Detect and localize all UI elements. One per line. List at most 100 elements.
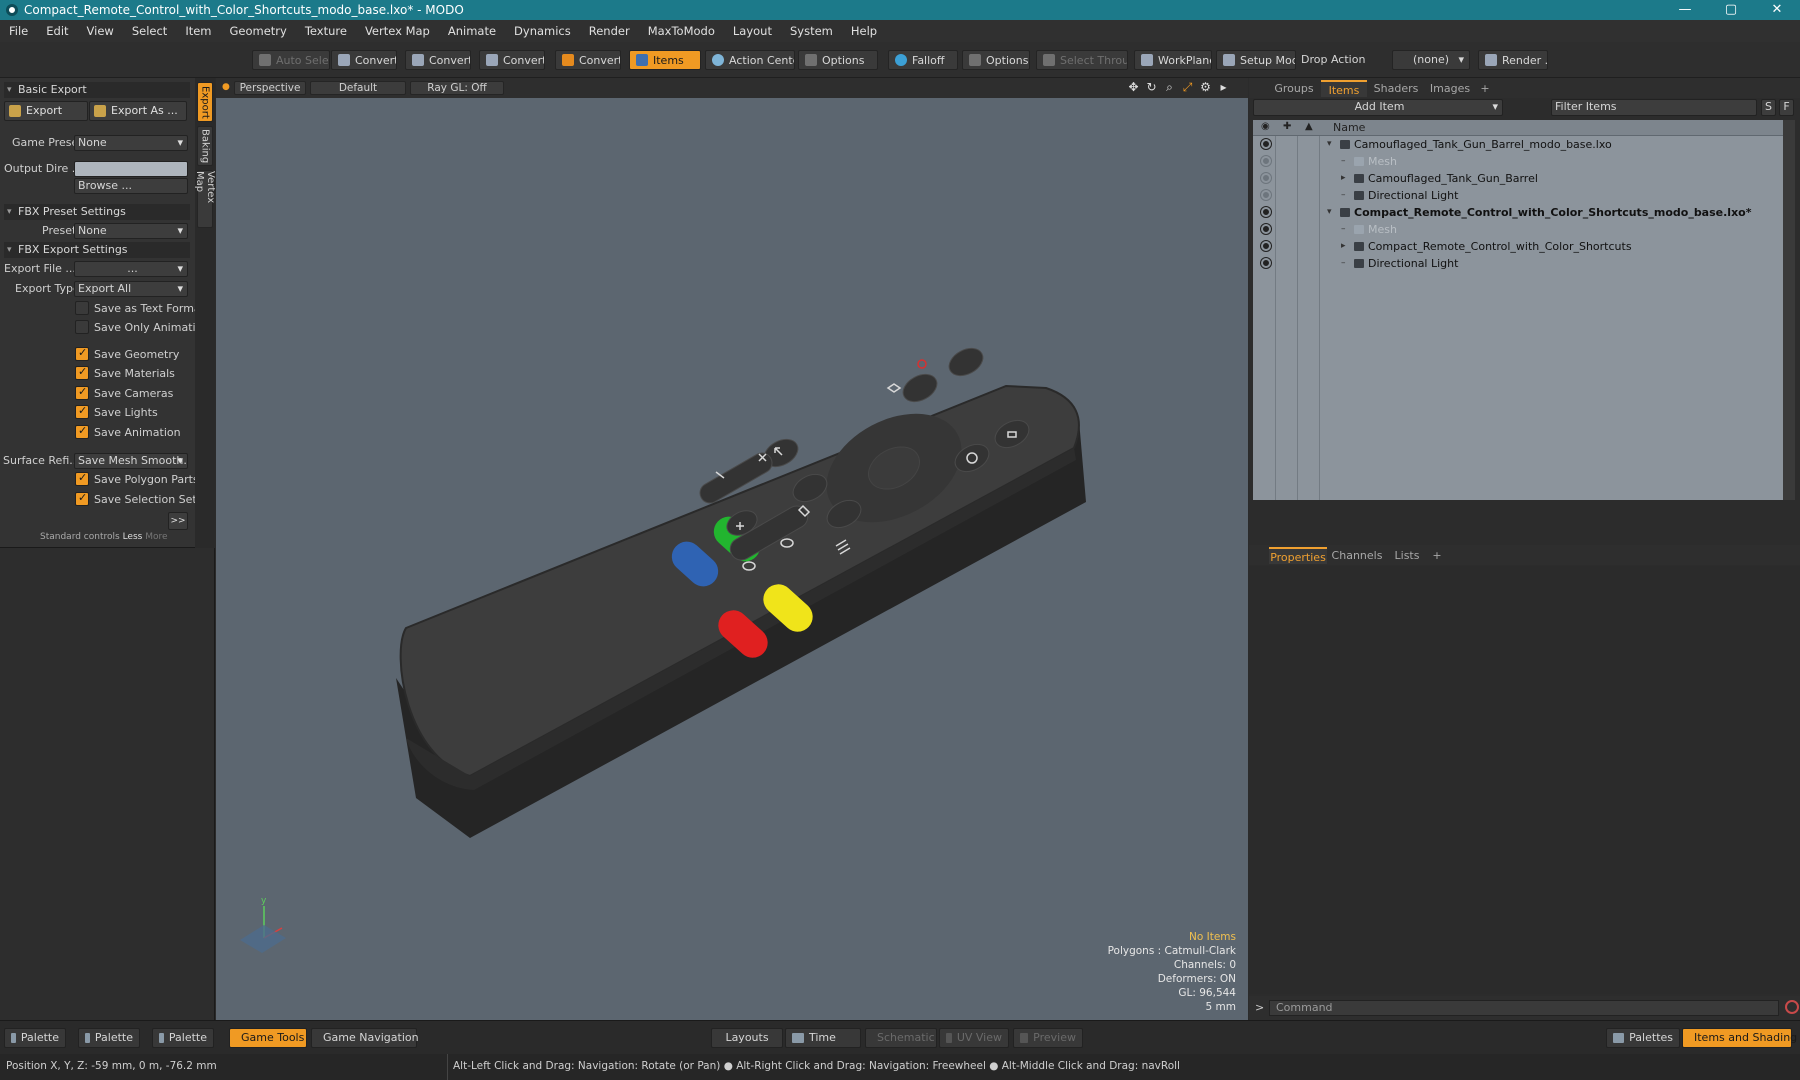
render-column-icon[interactable]: ▲ bbox=[1305, 121, 1313, 132]
save-only-animation-checkbox[interactable] bbox=[75, 320, 89, 334]
tree-row[interactable]: ▾ Camouflaged_Tank_Gun_Barrel_modo_base.l… bbox=[1253, 136, 1783, 153]
palette-button-1[interactable]: Palette bbox=[4, 1028, 66, 1048]
viewport-shading-default[interactable]: Default bbox=[310, 81, 406, 95]
filter-items-input[interactable]: Filter Items bbox=[1551, 99, 1757, 116]
tree-row[interactable]: ▸ Camouflaged_Tank_Gun_Barrel bbox=[1253, 170, 1783, 187]
menu-file[interactable]: File bbox=[0, 24, 37, 38]
tab-vertex-map[interactable]: Vertex Map bbox=[194, 170, 216, 228]
item-list-scrollbar[interactable] bbox=[1783, 120, 1795, 500]
tab-baking[interactable]: Baking bbox=[197, 126, 213, 166]
menu-vertex-map[interactable]: Vertex Map bbox=[356, 24, 439, 38]
render-button[interactable]: Render ... bbox=[1478, 50, 1548, 70]
fbx-preset-settings-header[interactable]: FBX Preset Settings bbox=[4, 204, 190, 220]
tab-properties[interactable]: Properties bbox=[1269, 547, 1327, 564]
close-button[interactable]: ✕ bbox=[1754, 0, 1800, 20]
fit-icon[interactable]: ⤢ bbox=[1181, 81, 1194, 94]
tab-lists[interactable]: Lists bbox=[1387, 547, 1427, 564]
expand-arrow-icon[interactable]: ▸ bbox=[1341, 170, 1346, 187]
menu-dynamics[interactable]: Dynamics bbox=[505, 24, 580, 38]
less-link[interactable]: Less bbox=[123, 532, 143, 542]
convert-polygons-button[interactable]: Convert bbox=[479, 50, 545, 70]
save-animation-checkbox[interactable] bbox=[75, 424, 89, 439]
export-as-button[interactable]: Export As ... bbox=[89, 101, 187, 121]
convert-materials-button[interactable]: Convert bbox=[555, 50, 621, 70]
items-and-shading-button[interactable]: Items and Shading bbox=[1682, 1028, 1797, 1048]
auto-select-button[interactable]: Auto Select bbox=[252, 50, 330, 70]
viewport-menu-icon[interactable]: ● bbox=[222, 82, 230, 92]
items-mode-button[interactable]: Items bbox=[629, 50, 701, 70]
save-selection-sets-checkbox[interactable] bbox=[75, 491, 89, 506]
tree-row[interactable]: – Directional Light bbox=[1253, 255, 1783, 272]
falloff-options-button[interactable]: Options bbox=[962, 50, 1030, 70]
export-button[interactable]: Export bbox=[4, 101, 88, 121]
save-lights-checkbox[interactable] bbox=[75, 404, 89, 419]
3d-viewport[interactable]: ● Perspective Default Ray GL: Off ✥ ↻ ⌕ … bbox=[216, 78, 1248, 1020]
name-column-header[interactable]: Name bbox=[1333, 121, 1365, 134]
falloff-button[interactable]: Falloff bbox=[888, 50, 958, 70]
menu-geometry[interactable]: Geometry bbox=[221, 24, 296, 38]
lock-column-icon[interactable]: ✚ bbox=[1283, 121, 1291, 132]
select-through-button[interactable]: Select Through bbox=[1036, 50, 1128, 70]
game-tools-button[interactable]: Game Tools bbox=[229, 1028, 307, 1048]
schematic-button[interactable]: Schematic bbox=[865, 1028, 937, 1048]
basic-export-header[interactable]: Basic Export bbox=[4, 82, 190, 98]
game-navigation-button[interactable]: Game Navigation bbox=[311, 1028, 419, 1048]
export-type-select[interactable]: Export All bbox=[74, 281, 188, 297]
workplane-button[interactable]: WorkPlane bbox=[1134, 50, 1212, 70]
visibility-eye-icon[interactable] bbox=[1261, 156, 1271, 166]
save-cameras-checkbox[interactable] bbox=[75, 385, 89, 400]
save-as-text-format-checkbox[interactable] bbox=[75, 301, 89, 315]
menu-render[interactable]: Render bbox=[580, 24, 639, 38]
viewport-view-perspective[interactable]: Perspective bbox=[234, 81, 306, 95]
save-materials-checkbox[interactable] bbox=[75, 365, 89, 380]
menu-help[interactable]: Help bbox=[842, 24, 886, 38]
tab-images[interactable]: Images bbox=[1425, 80, 1475, 97]
menu-edit[interactable]: Edit bbox=[37, 24, 77, 38]
tree-row[interactable]: ▸ Compact_Remote_Control_with_Color_Short… bbox=[1253, 238, 1783, 255]
viewport-expand-icon[interactable]: ▸ bbox=[1217, 81, 1230, 94]
fbx-export-settings-header[interactable]: FBX Export Settings bbox=[4, 242, 190, 258]
collapse-arrow-icon[interactable]: ▾ bbox=[1327, 204, 1332, 221]
convert-vertices-button[interactable]: Convert bbox=[331, 50, 397, 70]
viewport-raygl-toggle[interactable]: Ray GL: Off bbox=[410, 81, 504, 95]
visibility-eye-icon[interactable] bbox=[1261, 173, 1271, 183]
maximize-button[interactable]: ▢ bbox=[1708, 0, 1754, 20]
preview-button[interactable]: Preview bbox=[1013, 1028, 1083, 1048]
pan-icon[interactable]: ✥ bbox=[1127, 81, 1140, 94]
tab-channels[interactable]: Channels bbox=[1329, 547, 1385, 564]
game-preset-select[interactable]: None bbox=[74, 135, 188, 151]
action-center-button[interactable]: Action Center bbox=[705, 50, 795, 70]
menu-view[interactable]: View bbox=[78, 24, 123, 38]
tree-row[interactable]: ▾ Compact_Remote_Control_with_Color_Short… bbox=[1253, 204, 1783, 221]
palette-button-3[interactable]: Palette bbox=[152, 1028, 214, 1048]
convert-edges-button[interactable]: Convert bbox=[405, 50, 471, 70]
menu-select[interactable]: Select bbox=[123, 24, 176, 38]
tree-row[interactable]: – Directional Light bbox=[1253, 187, 1783, 204]
menu-texture[interactable]: Texture bbox=[296, 24, 356, 38]
collapse-arrow-icon[interactable]: ▾ bbox=[1327, 136, 1332, 153]
visibility-eye-icon[interactable] bbox=[1261, 258, 1271, 268]
palettes-button[interactable]: Palettes bbox=[1606, 1028, 1680, 1048]
menu-item[interactable]: Item bbox=[176, 24, 220, 38]
command-input[interactable]: Command bbox=[1269, 1000, 1779, 1016]
visibility-eye-icon[interactable] bbox=[1261, 224, 1271, 234]
tab-items[interactable]: Items bbox=[1321, 80, 1367, 97]
export-file-select[interactable]: ... bbox=[74, 261, 188, 277]
expand-arrow-icon[interactable]: ▸ bbox=[1341, 238, 1346, 255]
browse-button[interactable]: Browse ... bbox=[74, 178, 188, 194]
visibility-eye-icon[interactable] bbox=[1261, 241, 1271, 251]
add-item-button[interactable]: Add Item bbox=[1253, 99, 1503, 116]
tab-export[interactable]: Export bbox=[197, 82, 213, 122]
tab-shaders[interactable]: Shaders bbox=[1369, 80, 1423, 97]
rotate-icon[interactable]: ↻ bbox=[1145, 81, 1158, 94]
layouts-button[interactable]: Layouts bbox=[711, 1028, 783, 1048]
add-tab-button[interactable]: + bbox=[1477, 80, 1493, 97]
expand-more-button[interactable]: >> bbox=[168, 512, 188, 530]
menu-layout[interactable]: Layout bbox=[724, 24, 781, 38]
setup-mode-button[interactable]: Setup Mode bbox=[1216, 50, 1296, 70]
time-button[interactable]: Time bbox=[785, 1028, 861, 1048]
preset-select[interactable]: None bbox=[74, 223, 188, 239]
save-geometry-checkbox[interactable] bbox=[75, 346, 89, 361]
visibility-eye-icon[interactable] bbox=[1261, 190, 1271, 200]
visibility-eye-icon[interactable] bbox=[1261, 207, 1271, 217]
